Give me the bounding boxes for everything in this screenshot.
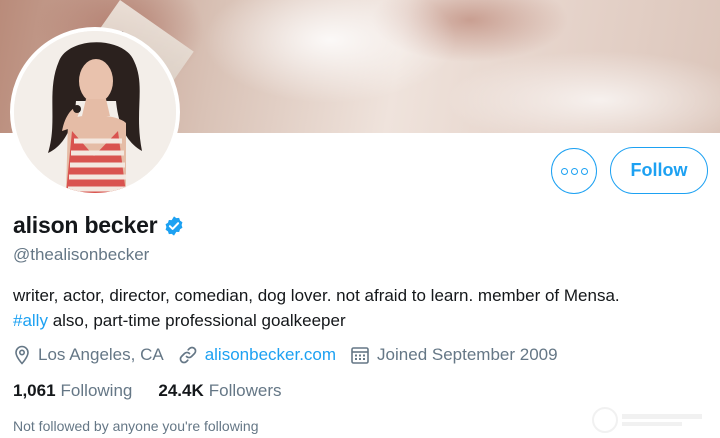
following-count: 1,061 — [13, 381, 56, 400]
website-link[interactable]: alisonbecker.com — [205, 345, 336, 365]
more-icon — [559, 167, 589, 175]
profile-stats: 1,061 Following 24.4K Followers — [13, 381, 307, 401]
follow-button[interactable]: Follow — [610, 147, 708, 194]
profile-joined: Joined September 2009 — [350, 345, 558, 365]
profile-website[interactable]: alisonbecker.com — [178, 345, 336, 365]
verified-icon — [165, 215, 183, 236]
location-icon — [15, 345, 29, 365]
watermark-logo — [592, 407, 702, 433]
followers-count: 24.4K — [158, 381, 204, 400]
followers-label: Followers — [208, 381, 282, 400]
social-context-text: Not followed by anyone you're following — [13, 418, 259, 434]
joined-text: Joined September 2009 — [377, 345, 558, 364]
bio-line-1: writer, actor, director, comedian, dog l… — [13, 286, 620, 305]
more-options-button[interactable] — [551, 148, 597, 194]
profile-bio: writer, actor, director, comedian, dog l… — [13, 283, 713, 333]
bio-line-2-text: also, part-time professional goalkeeper — [47, 311, 346, 330]
bio-line-2: #ally also, part-time professional goalk… — [13, 308, 713, 333]
location-text: Los Angeles, CA — [38, 345, 164, 364]
profile-location: Los Angeles, CA — [13, 345, 164, 365]
avatar[interactable] — [10, 27, 180, 197]
profile-name-row: alison becker — [13, 212, 185, 239]
bio-hashtag-link[interactable]: #ally — [13, 311, 48, 330]
calendar-icon — [351, 347, 369, 364]
followers-stat[interactable]: 24.4K Followers — [158, 381, 281, 401]
link-icon — [179, 346, 197, 364]
following-label: Following — [60, 381, 133, 400]
following-stat[interactable]: 1,061 Following — [13, 381, 132, 401]
profile-handle: @thealisonbecker — [13, 245, 150, 264]
profile-name: alison becker — [13, 212, 158, 238]
profile-meta: Los Angeles, CA alisonbecker.com Joined … — [13, 343, 572, 367]
